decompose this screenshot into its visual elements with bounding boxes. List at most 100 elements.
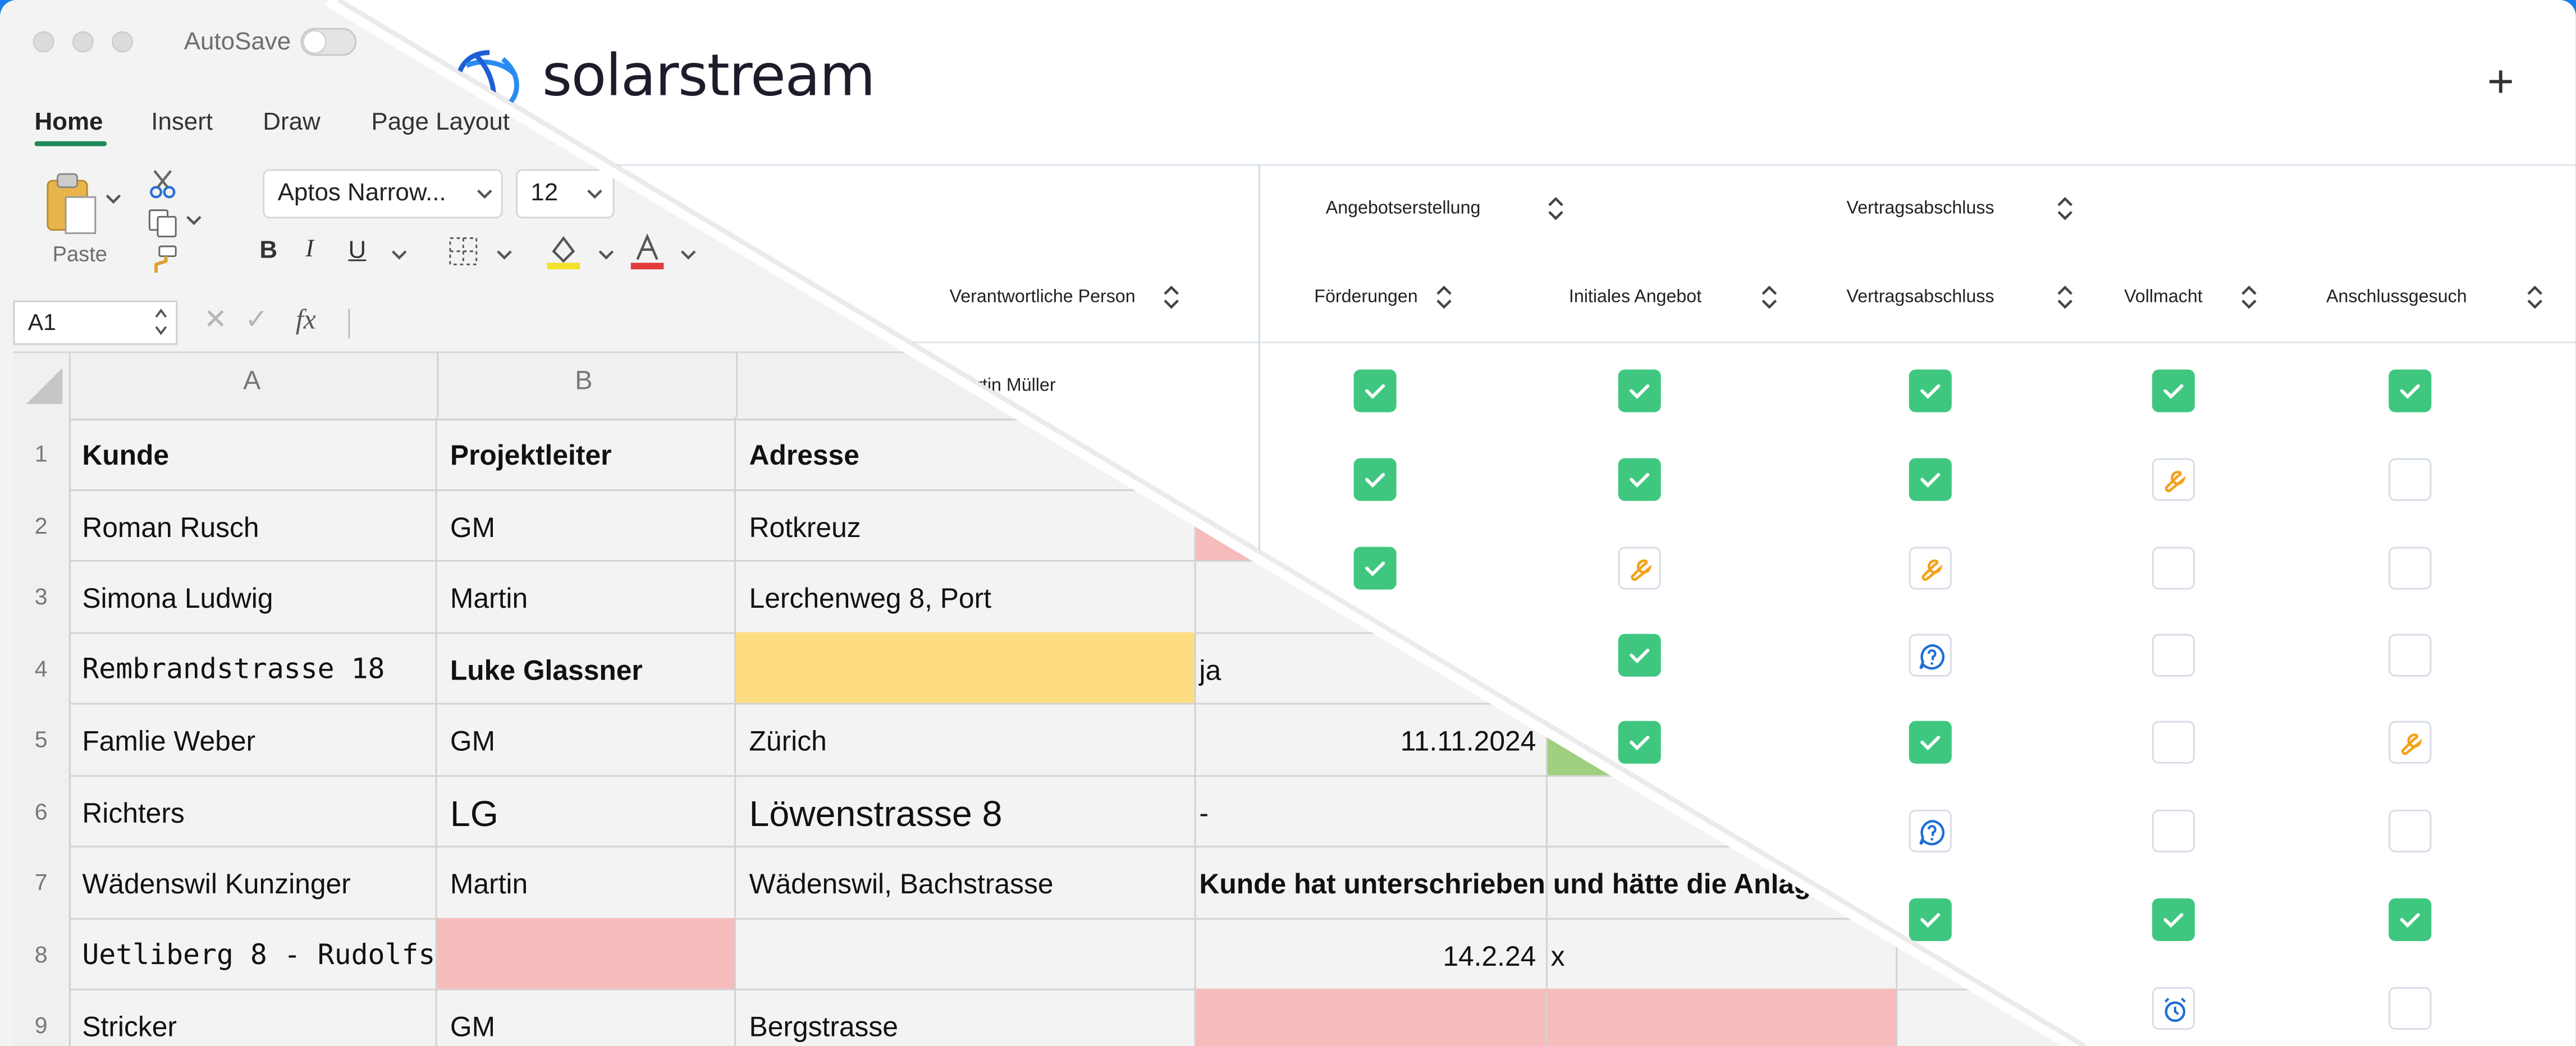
row-header[interactable]: 3 <box>13 583 69 609</box>
status-empty-cell[interactable] <box>2389 458 2432 501</box>
status-done-cell[interactable] <box>2389 898 2432 941</box>
cell-A5[interactable]: Famlie Weber <box>69 703 437 774</box>
cell-A7[interactable]: Wädenswil Kunzinger <box>69 846 437 917</box>
row-header[interactable]: 1 <box>13 440 69 466</box>
sort-icon[interactable] <box>1761 286 1777 309</box>
scissors-icon[interactable] <box>146 168 179 201</box>
status-empty-cell[interactable] <box>2152 547 2195 590</box>
cell-D6[interactable]: - <box>1196 774 1548 846</box>
status-done-cell[interactable] <box>1353 547 1397 590</box>
status-done-cell[interactable] <box>1618 458 1661 501</box>
row-header[interactable]: 6 <box>13 797 69 824</box>
chevron-down-icon[interactable] <box>391 246 408 263</box>
cell-D5[interactable]: 11.11.2024 <box>1196 703 1548 774</box>
row-header[interactable]: 2 <box>13 512 69 538</box>
cell-C9[interactable]: Bergstrasse <box>736 988 1196 1046</box>
cell-C4[interactable] <box>736 631 1196 703</box>
cell-C7[interactable]: Wädenswil, Bachstrasse <box>736 846 1196 917</box>
autosave-toggle[interactable] <box>300 27 357 56</box>
status-empty-cell[interactable] <box>2152 809 2195 852</box>
cell-B1[interactable]: Projektleiter <box>437 417 736 489</box>
stepper-icon[interactable] <box>153 305 169 338</box>
status-done-cell[interactable] <box>1353 369 1397 412</box>
cell-C5[interactable]: Zürich <box>736 703 1196 774</box>
status-tool-cell[interactable] <box>2389 721 2432 764</box>
status-done-cell[interactable] <box>1909 898 1952 941</box>
sort-icon[interactable] <box>1548 197 1564 221</box>
status-empty-cell[interactable] <box>2389 809 2432 852</box>
chevron-down-icon[interactable] <box>496 246 513 263</box>
format-painter-icon[interactable] <box>146 243 179 276</box>
status-empty-cell[interactable] <box>2152 634 2195 677</box>
status-chat-cell[interactable] <box>1909 809 1952 852</box>
status-done-cell[interactable] <box>1353 458 1397 501</box>
cell-A3[interactable]: Simona Ludwig <box>69 559 437 632</box>
paste-icon[interactable] <box>43 171 102 236</box>
cell-A6[interactable]: Richters <box>69 774 437 846</box>
cell-E9[interactable] <box>1547 988 1898 1046</box>
underline-button[interactable]: U <box>348 236 366 264</box>
row-header[interactable]: 7 <box>13 869 69 895</box>
cell-C3[interactable]: Lerchenweg 8, Port <box>736 559 1196 632</box>
cell-B3[interactable]: Martin <box>437 559 736 632</box>
status-tool-cell[interactable] <box>1909 547 1952 590</box>
select-all-icon[interactable] <box>23 365 66 407</box>
status-done-cell[interactable] <box>2152 369 2195 412</box>
cell-A4[interactable]: Rembrandstrasse 18 <box>69 631 437 703</box>
status-tool-cell[interactable] <box>1618 547 1661 590</box>
sort-icon[interactable] <box>2241 286 2257 309</box>
row-header[interactable]: 9 <box>13 1012 69 1038</box>
status-empty-cell[interactable] <box>2389 634 2432 677</box>
status-alarm-cell[interactable] <box>2152 987 2195 1030</box>
status-tool-cell[interactable] <box>2152 458 2195 501</box>
cell-B2[interactable]: GM <box>437 488 736 560</box>
tab-insert[interactable]: Insert <box>151 108 213 136</box>
status-done-cell[interactable] <box>1618 369 1661 412</box>
row-header[interactable]: 5 <box>13 726 69 753</box>
chevron-down-icon[interactable] <box>105 190 121 207</box>
italic-button[interactable]: I <box>305 236 314 264</box>
column-header-b[interactable]: B <box>575 368 592 398</box>
tab-page-layout[interactable]: Page Layout <box>371 108 510 136</box>
cell-A1[interactable]: Kunde <box>69 417 437 489</box>
cell-A9[interactable]: Stricker <box>69 988 437 1046</box>
sort-icon[interactable] <box>2057 197 2073 221</box>
status-done-cell[interactable] <box>2152 898 2195 941</box>
sort-icon[interactable] <box>2527 286 2543 309</box>
status-empty-cell[interactable] <box>2389 987 2432 1030</box>
add-button[interactable]: + <box>2487 58 2514 105</box>
status-done-cell[interactable] <box>1618 634 1661 677</box>
chevron-down-icon[interactable] <box>680 246 697 263</box>
cell-C2[interactable]: Rotkreuz <box>736 488 1196 560</box>
column-header-a[interactable]: A <box>243 368 260 398</box>
cell-C8[interactable] <box>736 917 1196 989</box>
cell-D9[interactable] <box>1196 988 1548 1046</box>
status-chat-cell[interactable] <box>1909 634 1952 677</box>
status-done-cell[interactable] <box>1618 721 1661 764</box>
chevron-down-icon[interactable] <box>598 246 614 263</box>
function-button[interactable]: fx <box>296 304 316 337</box>
sort-icon[interactable] <box>1436 286 1452 309</box>
font-color-icon[interactable] <box>629 232 665 271</box>
cell-B4[interactable]: Luke Glassner <box>437 631 736 703</box>
bold-button[interactable]: B <box>259 236 277 264</box>
status-empty-cell[interactable] <box>2152 721 2195 764</box>
status-done-cell[interactable] <box>1909 369 1952 412</box>
cell-E8[interactable]: x <box>1548 917 1898 989</box>
tab-home[interactable]: Home <box>34 108 103 136</box>
row-header[interactable]: 8 <box>13 940 69 966</box>
confirm-icon[interactable]: ✓ <box>245 304 268 337</box>
cell-B9[interactable]: GM <box>437 988 736 1046</box>
status-done-cell[interactable] <box>2389 369 2432 412</box>
cell-D7[interactable]: Kunde hat unterschrieben und hätte die A… <box>1196 846 1811 917</box>
window-minimize-button[interactable] <box>72 31 94 53</box>
borders-icon[interactable] <box>447 235 480 268</box>
tab-draw[interactable]: Draw <box>263 108 320 136</box>
cell-B5[interactable]: GM <box>437 703 736 774</box>
cell-B6[interactable]: LG <box>437 774 736 846</box>
window-close-button[interactable] <box>33 31 54 53</box>
cell-B7[interactable]: Martin <box>437 846 736 917</box>
sort-icon[interactable] <box>2057 286 2073 309</box>
cell-B8[interactable] <box>437 917 736 989</box>
status-done-cell[interactable] <box>1909 721 1952 764</box>
